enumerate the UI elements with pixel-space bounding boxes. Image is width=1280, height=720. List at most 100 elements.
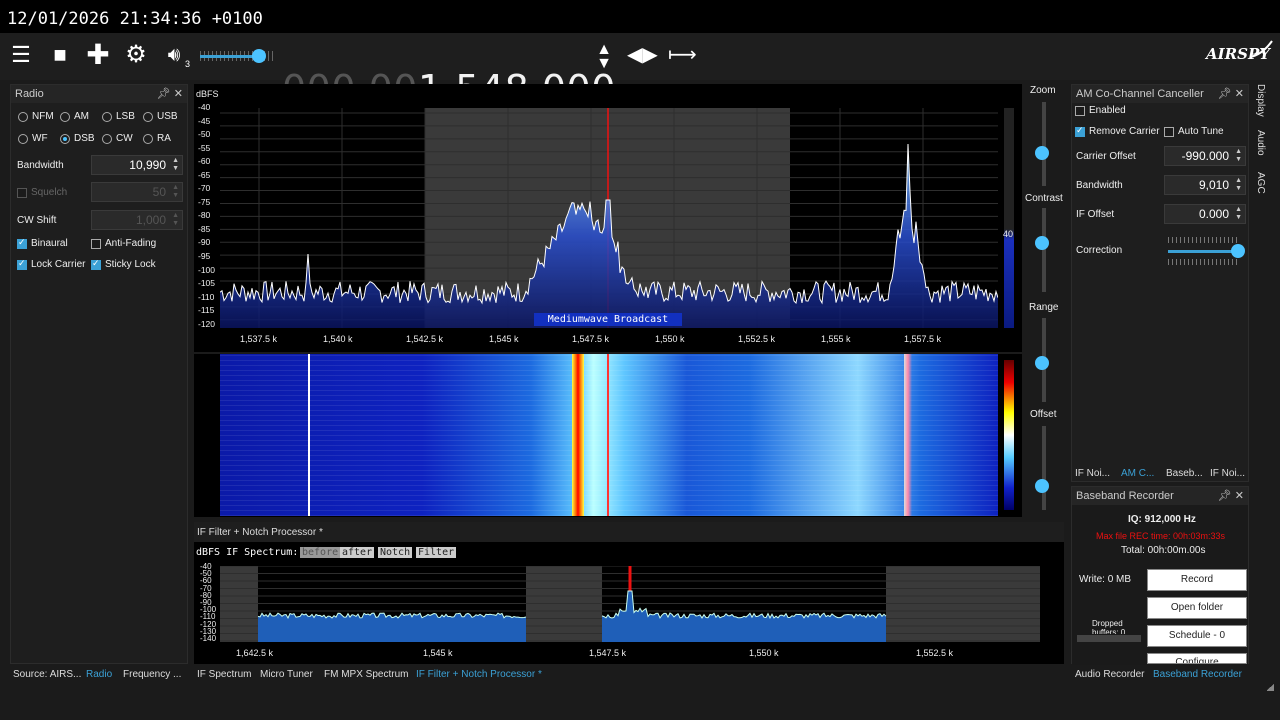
spin-arrows-icon[interactable]: ▲ ▼ xyxy=(172,212,179,228)
spectrum-y-tick: -60 xyxy=(198,156,211,167)
range-label: Range xyxy=(1029,302,1059,313)
tab-am-cochannel[interactable]: AM C... xyxy=(1121,468,1154,479)
resize-grip-icon[interactable] xyxy=(1266,684,1274,691)
volume-slider[interactable] xyxy=(200,49,276,63)
span-icon[interactable]: ⟼ xyxy=(668,41,697,69)
record-button[interactable]: Record xyxy=(1147,569,1247,591)
squelch-value: 50 xyxy=(152,185,166,199)
frequency-step-icon[interactable]: ▲ ▼ xyxy=(590,42,618,72)
if-spectrum-view[interactable]: dBFS IF Spectrum: before after Notch Fil… xyxy=(194,542,1064,664)
tab-if-noise-1[interactable]: IF Noi... xyxy=(1075,468,1110,479)
before-button[interactable]: before xyxy=(300,547,341,558)
correction-slider[interactable] xyxy=(1168,250,1240,253)
after-button[interactable]: after xyxy=(340,547,375,558)
swap-icon[interactable]: ◀▶ xyxy=(627,41,658,69)
stop-icon[interactable]: ■ xyxy=(46,41,74,69)
spectrum-plot[interactable] xyxy=(220,108,998,328)
tab-audio-recorder[interactable]: Audio Recorder xyxy=(1075,669,1144,680)
configure-button[interactable]: Configure xyxy=(1147,653,1247,664)
if-spectrum-plot[interactable] xyxy=(220,566,1040,642)
binaural-checkbox[interactable] xyxy=(17,237,27,249)
spectrum-x-tick: 1,557.5 k xyxy=(904,334,942,344)
tab-if-noise-2[interactable]: IF Noi... xyxy=(1210,468,1245,479)
if-filter-title: IF Filter + Notch Processor * xyxy=(197,527,323,538)
tab-agc[interactable]: AGC xyxy=(1255,172,1266,194)
cw-shift-spinbox[interactable]: 1,000 ▲ ▼ xyxy=(91,210,183,230)
baseband-title-text: Baseband Recorder xyxy=(1076,490,1174,502)
sticky-lock-checkbox[interactable] xyxy=(91,258,101,270)
auto-tune-checkbox[interactable] xyxy=(1164,127,1174,137)
panel-pin-close-icon[interactable]: 📌︎ ✕ xyxy=(1218,85,1244,103)
bandwidth-spinbox[interactable]: 10,990 ▲ ▼ xyxy=(91,155,183,175)
mode-cw-radio[interactable] xyxy=(102,134,112,144)
spectrum-view[interactable]: dBFS -40 -45 -50 -55 -60 -65 -70 -75 -80 -85 -90 -9… xyxy=(194,84,1022,352)
offset-slider-knob[interactable] xyxy=(1035,479,1049,493)
tab-source[interactable]: Source: AIRS... xyxy=(13,669,81,680)
cochannel-title-text: AM Co-Channel Canceller xyxy=(1076,88,1204,100)
contrast-slider-knob[interactable] xyxy=(1035,236,1049,250)
carrier-offset-spinbox[interactable]: -990.000 ▲ ▼ xyxy=(1164,146,1246,166)
tab-frequency[interactable]: Frequency ... xyxy=(123,669,181,680)
tab-display[interactable]: Display xyxy=(1255,84,1266,117)
mode-nfm-label: NFM xyxy=(32,111,54,122)
tab-baseband[interactable]: Baseb... xyxy=(1166,468,1203,479)
if-offset-spinbox[interactable]: 0.000 ▲ ▼ xyxy=(1164,204,1246,224)
spectrum-y-tick: -90 xyxy=(198,237,211,248)
mode-usb-radio[interactable] xyxy=(143,112,153,122)
lock-carrier-checkbox[interactable] xyxy=(17,258,27,270)
squelch-spinbox[interactable]: 50 ▲ ▼ xyxy=(91,182,183,202)
mode-lsb-radio[interactable] xyxy=(102,112,112,122)
mode-dsb-radio[interactable] xyxy=(60,134,70,144)
panel-pin-close-icon[interactable]: 📌︎ ✕ xyxy=(157,85,183,103)
range-slider-knob[interactable] xyxy=(1035,356,1049,370)
squelch-checkbox[interactable] xyxy=(17,188,27,198)
offset-slider[interactable] xyxy=(1042,426,1046,510)
spin-arrows-icon[interactable]: ▲ ▼ xyxy=(172,157,179,173)
radio-panel-title: Radio 📌︎ ✕ xyxy=(11,85,187,103)
write-size-text: Write: 0 MB xyxy=(1079,574,1132,585)
spin-arrows-icon[interactable]: ▲ ▼ xyxy=(1235,177,1242,193)
zoom-slider[interactable] xyxy=(1042,102,1046,186)
spin-arrows-icon[interactable]: ▲ ▼ xyxy=(172,184,179,200)
tab-if-filter[interactable]: IF Filter + Notch Processor * xyxy=(416,669,542,680)
correction-slider-knob[interactable] xyxy=(1231,244,1245,258)
schedule-button[interactable]: Schedule - 0 xyxy=(1147,625,1247,647)
tab-micro-tuner[interactable]: Micro Tuner xyxy=(260,669,313,680)
cc-bandwidth-spinbox[interactable]: 9,010 ▲ ▼ xyxy=(1164,175,1246,195)
enabled-label: Enabled xyxy=(1089,105,1126,116)
main-toolbar: ☰ ■ ✚ ⚙ 🔊︎ 3 000.001.548.000 ▲▼ ◀▶ ⟼ AIR… xyxy=(0,33,1280,111)
open-folder-button[interactable]: Open folder xyxy=(1147,597,1247,619)
tab-baseband-recorder[interactable]: Baseband Recorder xyxy=(1153,669,1242,680)
spectrum-x-tick: 1,555 k xyxy=(821,334,851,344)
gear-icon[interactable]: ⚙ xyxy=(122,41,150,69)
spin-arrows-icon[interactable]: ▲ ▼ xyxy=(1235,148,1242,164)
add-icon[interactable]: ✚ xyxy=(84,41,112,69)
mode-am-radio[interactable] xyxy=(60,112,70,122)
mode-nfm-radio[interactable] xyxy=(18,112,28,122)
anti-fading-checkbox[interactable] xyxy=(91,239,101,249)
anti-fading-label: Anti-Fading xyxy=(105,238,157,249)
if-x-tick: 1,547.5 k xyxy=(589,648,627,658)
spectrum-y-tick: -80 xyxy=(198,210,211,221)
notch-button[interactable]: Notch xyxy=(378,547,413,558)
panel-pin-close-icon[interactable]: 📌︎ ✕ xyxy=(1218,487,1244,505)
tab-fm-mpx[interactable]: FM MPX Spectrum xyxy=(324,669,408,680)
spin-arrows-icon[interactable]: ▲ ▼ xyxy=(1235,206,1242,222)
mode-ra-radio[interactable] xyxy=(143,134,153,144)
enabled-checkbox[interactable] xyxy=(1075,106,1085,116)
waterfall-canvas[interactable] xyxy=(220,354,998,516)
contrast-slider[interactable] xyxy=(1042,208,1046,292)
menu-icon[interactable]: ☰ xyxy=(7,41,35,69)
waterfall-view[interactable] xyxy=(194,354,1022,517)
tab-audio[interactable]: Audio xyxy=(1255,130,1266,156)
tab-if-spectrum[interactable]: IF Spectrum xyxy=(197,669,251,680)
filter-button[interactable]: Filter xyxy=(416,547,457,558)
mode-wf-radio[interactable] xyxy=(18,134,28,144)
speaker-icon[interactable]: 🔊︎ xyxy=(160,41,188,69)
tab-radio[interactable]: Radio xyxy=(86,669,112,680)
if-x-tick: 1,642.5 k xyxy=(236,648,274,658)
remove-carrier-checkbox[interactable] xyxy=(1075,125,1085,137)
spectrum-y-tick: -85 xyxy=(198,223,211,234)
auto-tune-label: Auto Tune xyxy=(1178,126,1224,137)
zoom-slider-knob[interactable] xyxy=(1035,146,1049,160)
